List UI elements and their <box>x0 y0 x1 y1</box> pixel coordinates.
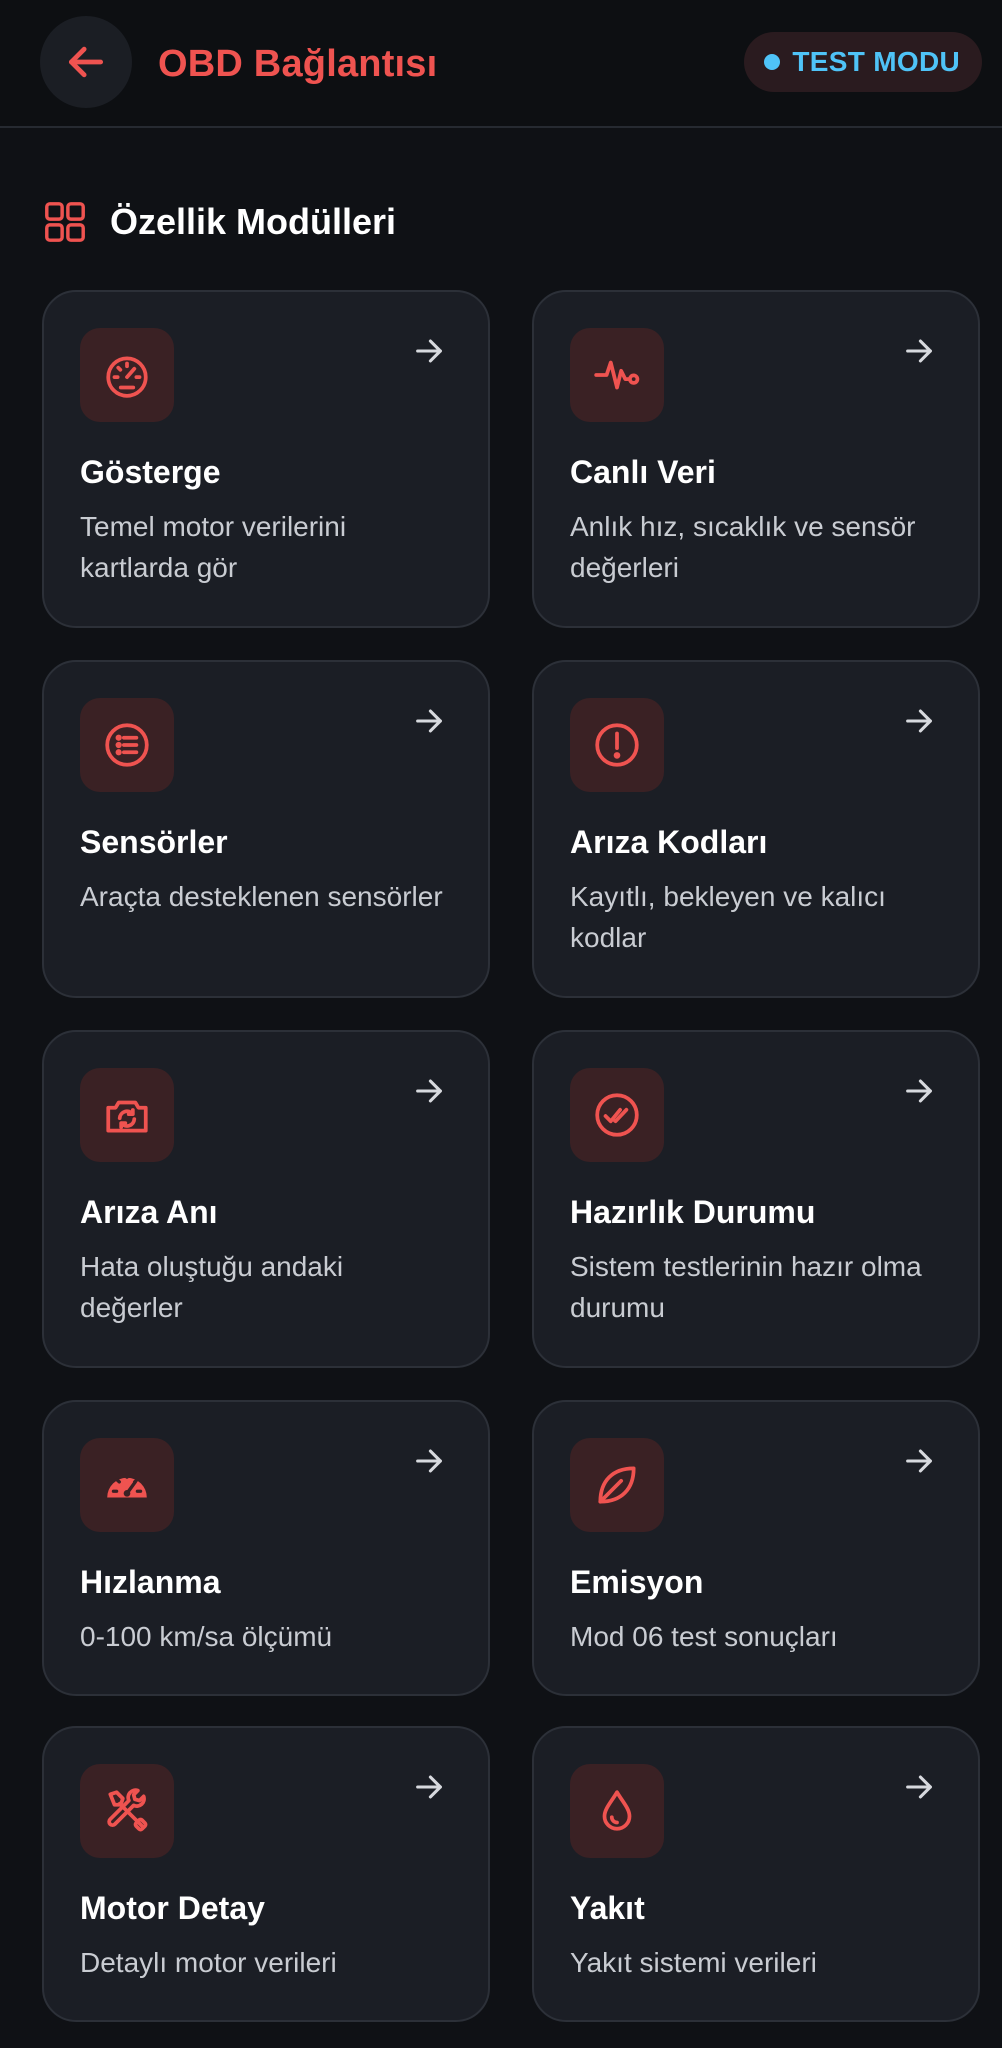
section-header: Özellik Modülleri <box>42 196 396 248</box>
arrow-right-icon <box>906 709 932 733</box>
module-description: Anlık hız, sıcaklık ve sensör değerleri <box>570 511 916 583</box>
module-card-hizlanma[interactable]: Hızlanma 0-100 km/sa ölçümü <box>42 1400 490 1696</box>
module-icon-box <box>80 1438 174 1532</box>
leaf-icon <box>598 1466 636 1504</box>
arrow-right-icon <box>906 339 932 363</box>
module-card-canli-veri[interactable]: Canlı Veri Anlık hız, sıcaklık ve sensör… <box>532 290 980 628</box>
module-title: Gösterge <box>80 454 221 490</box>
status-dot-icon <box>764 54 781 70</box>
module-icon-box <box>570 328 664 422</box>
arrow-right-icon <box>906 1775 932 1799</box>
speedometer-icon <box>107 1472 147 1498</box>
section-title: Özellik Modülleri <box>110 201 397 242</box>
module-description: Temel motor verilerini kartlarda gör <box>80 511 347 583</box>
module-description: Detaylı motor verileri <box>80 1947 337 1978</box>
page-title: OBD Bağlantısı <box>158 43 438 85</box>
arrow-right-icon <box>416 1079 442 1103</box>
camera-icon <box>106 1100 148 1133</box>
module-title: Sensörler <box>80 824 228 860</box>
app-header: OBD Bağlantısı TEST MODU <box>0 0 1002 128</box>
module-title: Motor Detay <box>80 1890 265 1926</box>
module-card-gosterge[interactable]: Gösterge Temel motor verilerini kartlard… <box>42 290 490 628</box>
module-description: Araçta desteklenen sensörler <box>80 881 443 912</box>
module-card-hazirlik-durumu[interactable]: Hazırlık Durumu Sistem testlerinin hazır… <box>532 1030 980 1368</box>
module-card-motor-detay[interactable]: Motor Detay Detaylı motor verileri <box>42 1726 490 2022</box>
module-description: Hata oluştuğu andaki değerler <box>80 1251 344 1323</box>
module-title: Canlı Veri <box>570 454 716 490</box>
module-icon-box <box>570 1438 664 1532</box>
list-icon <box>105 723 149 767</box>
module-description: Yakıt sistemi verileri <box>570 1947 817 1978</box>
module-title: Emisyon <box>570 1564 704 1600</box>
module-title: Hızlanma <box>80 1564 221 1600</box>
test-mode-badge[interactable]: TEST MODU <box>744 32 982 92</box>
module-description: Mod 06 test sonuçları <box>570 1621 838 1652</box>
arrow-right-icon <box>416 1775 442 1799</box>
grid-icon <box>45 202 85 242</box>
module-icon-box <box>570 698 664 792</box>
module-card-yakit[interactable]: Yakıt Yakıt sistemi verileri <box>532 1726 980 2022</box>
module-description: Sistem testlerinin hazır olma durumu <box>570 1251 922 1323</box>
arrow-right-icon <box>416 339 442 363</box>
module-icon-box <box>80 1764 174 1858</box>
module-card-sensorler[interactable]: Sensörler Araçta desteklenen sensörler <box>42 660 490 998</box>
module-title: Hazırlık Durumu <box>570 1194 816 1230</box>
test-mode-label: TEST MODU <box>792 46 960 77</box>
module-icon-box <box>80 328 174 422</box>
module-card-ariza-ani[interactable]: Arıza Anı Hata oluştuğu andaki değerler <box>42 1030 490 1368</box>
module-card-emisyon[interactable]: Emisyon Mod 06 test sonuçları <box>532 1400 980 1696</box>
module-title: Arıza Anı <box>80 1194 218 1230</box>
module-title: Arıza Kodları <box>570 824 768 860</box>
module-icon-box <box>570 1068 664 1162</box>
back-button[interactable] <box>40 16 132 108</box>
tools-icon <box>107 1788 148 1832</box>
module-description: Kayıtlı, bekleyen ve kalıcı kodlar <box>570 881 886 953</box>
module-icon-box <box>80 698 174 792</box>
drop-icon <box>602 1790 632 1831</box>
arrow-right-icon <box>906 1449 932 1473</box>
arrow-right-icon <box>416 1449 442 1473</box>
module-card-ariza-kodlari[interactable]: Arıza Kodları Kayıtlı, bekleyen ve kalıc… <box>532 660 980 998</box>
pulse-icon <box>594 360 640 390</box>
arrow-right-icon <box>416 709 442 733</box>
check-circle-icon <box>595 1093 639 1137</box>
module-title: Yakıt <box>570 1890 645 1926</box>
module-icon-box <box>80 1068 174 1162</box>
module-description: 0-100 km/sa ölçümü <box>80 1621 333 1652</box>
arrow-left-icon <box>68 46 104 78</box>
alert-icon <box>595 723 639 767</box>
arrow-right-icon <box>906 1079 932 1103</box>
gauge-icon <box>106 356 148 398</box>
module-icon-box <box>570 1764 664 1858</box>
